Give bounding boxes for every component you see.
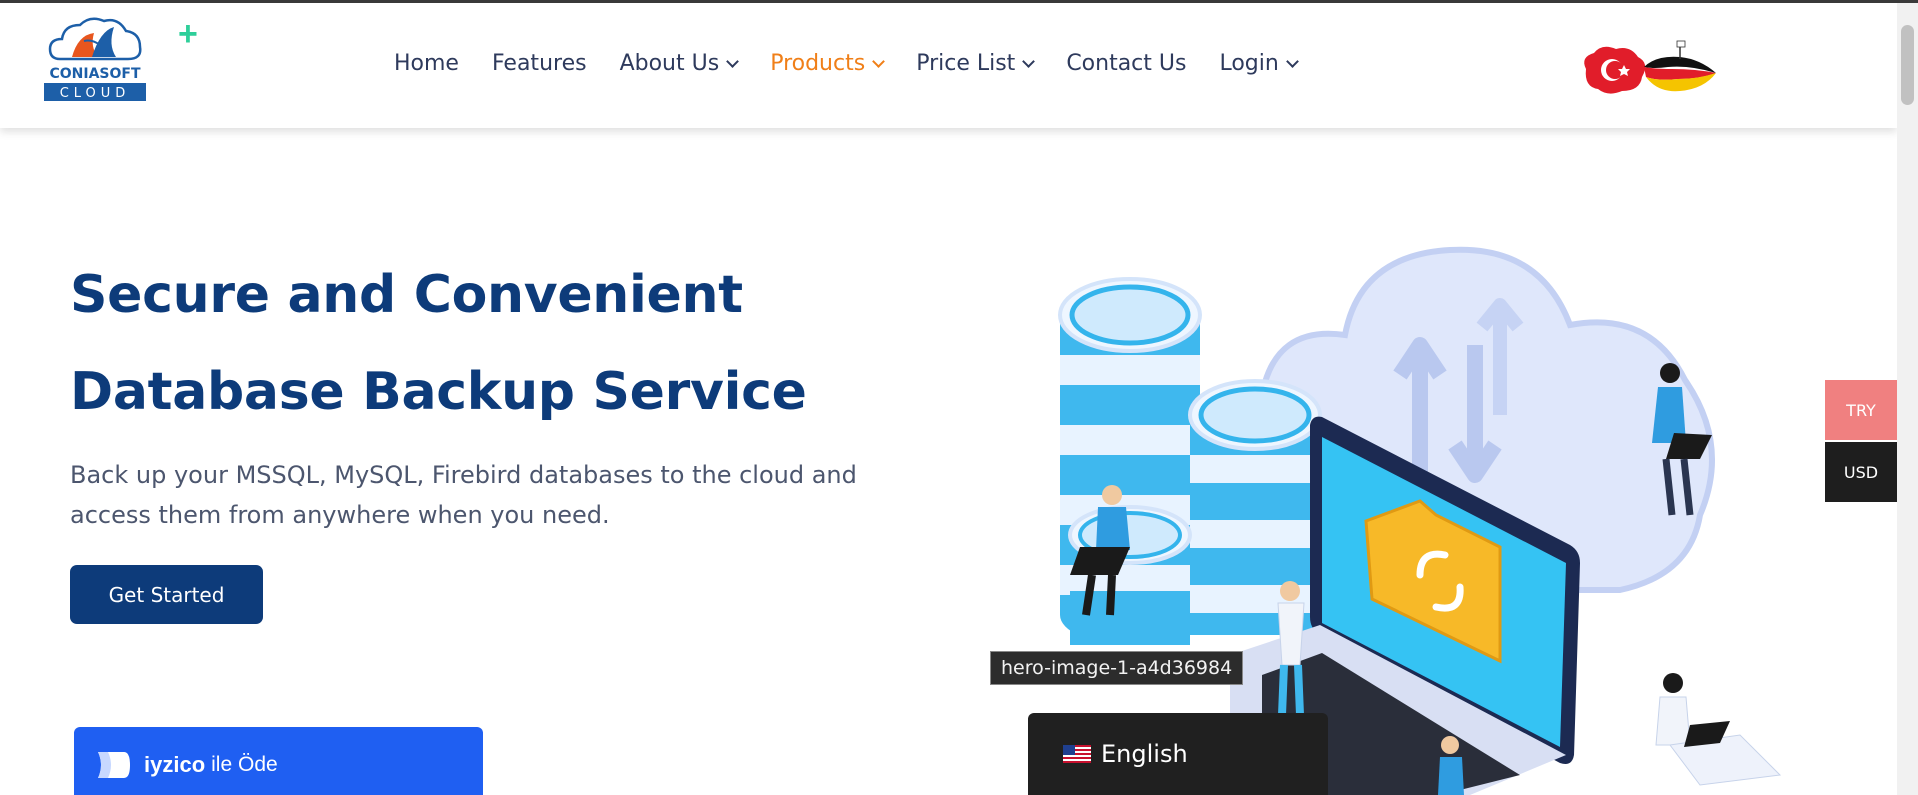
currency-try-button[interactable]: TRY — [1825, 380, 1897, 440]
us-flag-icon — [1063, 745, 1091, 763]
page-scrollbar[interactable] — [1897, 3, 1918, 795]
chevron-down-icon — [726, 54, 740, 68]
svg-text:CONIASOFT: CONIASOFT — [49, 66, 140, 82]
scrollbar-thumb[interactable] — [1901, 25, 1914, 105]
image-tooltip: hero-image-1-a4d36984 — [990, 651, 1244, 685]
hero-illustration — [1058, 246, 1782, 795]
get-started-button[interactable]: Get Started — [70, 565, 263, 624]
hero-title-line1: Secure and Convenient — [70, 265, 743, 325]
iyzico-pay-button[interactable]: iyzico ile Öde — [74, 727, 483, 795]
plus-decoration-icon: + — [178, 15, 198, 53]
hero-description: Back up your MSSQL, MySQL, Firebird data… — [70, 461, 857, 529]
chevron-down-icon — [1022, 54, 1036, 68]
chevron-down-icon — [1285, 54, 1299, 68]
hero-title-line2: Database Backup Service — [70, 362, 807, 422]
nav-about-us[interactable]: About Us — [619, 51, 740, 76]
nav-products[interactable]: Products — [770, 51, 886, 76]
nav-home[interactable]: Home — [394, 51, 459, 76]
database-stack-icon — [1188, 379, 1322, 635]
nav-contact-us[interactable]: Contact Us — [1066, 51, 1186, 76]
language-selector[interactable]: English — [1028, 713, 1328, 795]
svg-text:CLOUD: CLOUD — [60, 86, 131, 101]
chevron-down-icon — [872, 54, 886, 68]
nav-login-label: Login — [1219, 51, 1279, 76]
nav-about-us-label: About Us — [619, 51, 720, 76]
nav-features-label: Features — [491, 51, 587, 76]
coniasoft-logo[interactable]: CONIASOFT CLOUD — [42, 11, 148, 107]
nav-home-label: Home — [394, 51, 459, 76]
turkey-flag-icon[interactable] — [1584, 46, 1646, 94]
nav-price-list-label: Price List — [916, 51, 1016, 76]
nav-features[interactable]: Features — [492, 51, 587, 76]
nav-contact-us-label: Contact Us — [1066, 51, 1187, 76]
site-header: CONIASOFT CLOUD + Home Features About Us… — [0, 3, 1897, 128]
iyzico-text: ile Öde — [211, 752, 278, 776]
main-nav: Home Features About Us Products Price Li… — [394, 51, 1330, 76]
nav-login[interactable]: Login — [1219, 51, 1299, 76]
language-flags[interactable] — [1580, 39, 1720, 99]
language-label: English — [1101, 740, 1188, 768]
nav-products-label: Products — [770, 51, 866, 76]
person-desk-icon — [1655, 673, 1782, 786]
nav-price-list[interactable]: Price List — [916, 51, 1036, 76]
germany-flag-icon[interactable] — [1644, 40, 1716, 92]
iyzico-brand: iyzico — [144, 751, 206, 777]
currency-usd-button[interactable]: USD — [1825, 442, 1897, 502]
iyzico-logo-icon — [98, 751, 130, 778]
